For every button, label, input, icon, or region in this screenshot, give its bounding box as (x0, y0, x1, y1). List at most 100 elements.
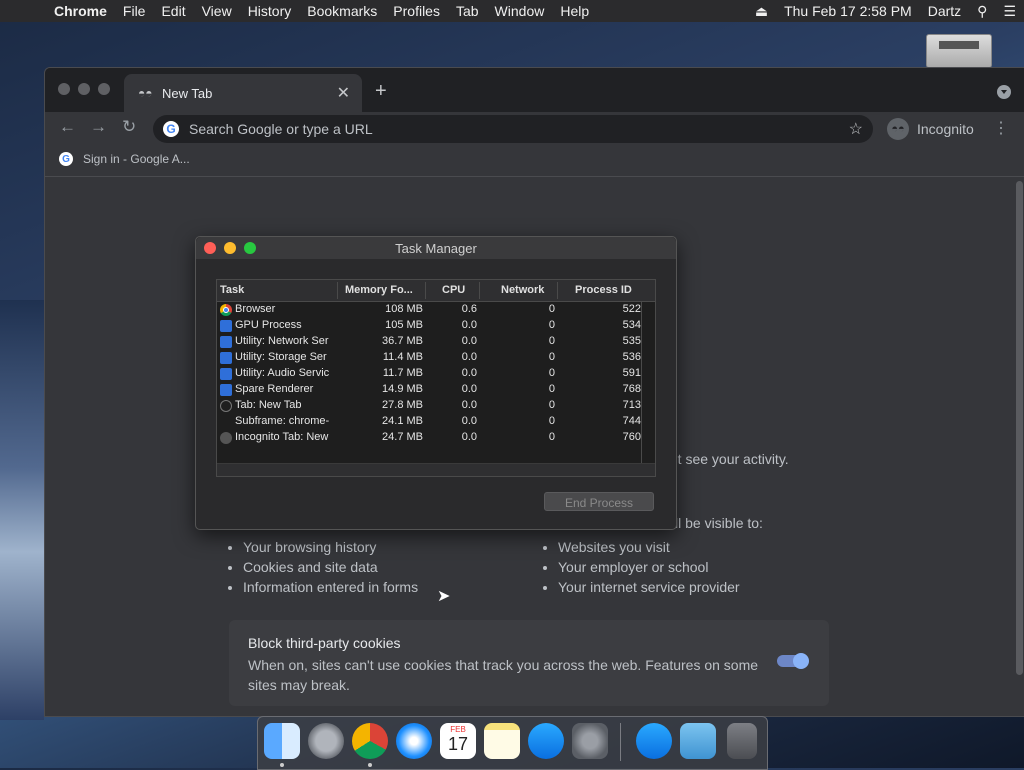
tab-close-icon[interactable]: ✕ (337, 83, 350, 103)
bookmarks-bar: G Sign in - Google A... (45, 146, 1024, 177)
not-saved-list: Your browsing history Cookies and site d… (227, 537, 418, 597)
incognito-icon: ◓◓ (138, 86, 153, 100)
window-zoom-button[interactable] (98, 83, 110, 95)
forward-arrow-icon[interactable]: → (90, 117, 107, 137)
end-process-button[interactable]: End Process (544, 492, 654, 511)
reload-icon[interactable]: ↻ (122, 117, 136, 137)
cell-cpu: 0.0 (461, 367, 477, 379)
list-item: Your internet service provider (558, 577, 740, 597)
table-row[interactable]: Subframe: chrome- 24.1 MB 0.0 0 744 (217, 414, 655, 430)
cell-network: 0 (548, 335, 555, 347)
bookmark-star-icon[interactable]: ☆ (849, 119, 863, 139)
table-row[interactable]: Incognito Tab: New 24.7 MB 0.0 0 760 (217, 430, 655, 446)
notification-center-icon[interactable]: ☰ (1003, 3, 1016, 20)
list-item: Information entered in forms (243, 577, 418, 597)
page-scrollbar[interactable] (1016, 181, 1023, 675)
omnibox[interactable]: G ☆ (153, 115, 873, 143)
launchpad-icon[interactable] (308, 723, 344, 759)
block-cookies-toggle[interactable] (777, 653, 809, 669)
menu-file[interactable]: File (123, 3, 146, 19)
process-puzzle-icon (220, 368, 232, 380)
new-tab-plus-icon[interactable]: + (375, 80, 387, 103)
third-party-cookies-card: Block third-party cookies When on, sites… (229, 620, 829, 706)
menu-view[interactable]: View (202, 3, 232, 19)
finder-icon[interactable] (264, 723, 300, 759)
column-process-id[interactable]: Process ID (575, 284, 632, 296)
list-item: Websites you visit (558, 537, 740, 557)
downloads-folder-icon[interactable] (680, 723, 716, 759)
spotlight-search-icon[interactable]: ⚲ (977, 3, 987, 20)
table-row[interactable]: Spare Renderer 14.9 MB 0.0 0 768 (217, 382, 655, 398)
column-divider[interactable] (425, 282, 426, 299)
cell-pid: 534 (622, 319, 641, 331)
cell-network: 0 (548, 415, 555, 427)
more-menu-icon[interactable]: ⋮ (993, 118, 1009, 138)
cell-pid: 591 (622, 367, 641, 379)
cell-task: Subframe: chrome- (235, 415, 330, 427)
cell-memory: 24.7 MB (382, 431, 423, 443)
cell-pid: 768 (622, 383, 641, 395)
trash-icon[interactable] (727, 723, 757, 759)
column-divider[interactable] (557, 282, 558, 299)
app-store-installer-icon[interactable] (636, 723, 672, 759)
column-divider[interactable] (337, 282, 338, 299)
column-task[interactable]: Task (220, 284, 244, 296)
cell-pid: 522 (622, 303, 641, 315)
menu-profiles[interactable]: Profiles (393, 3, 440, 19)
window-minimize-button[interactable] (78, 83, 90, 95)
cell-pid: 744 (622, 415, 641, 427)
menu-clock[interactable]: Thu Feb 17 2:58 PM (784, 3, 912, 19)
drive-icon[interactable] (926, 34, 992, 68)
app-store-icon[interactable] (528, 723, 564, 759)
cell-cpu: 0.0 (461, 431, 477, 443)
tab-new-tab[interactable]: ◓◓ New Tab ✕ (124, 74, 362, 112)
table-row[interactable]: Tab: New Tab 27.8 MB 0.0 0 713 (217, 398, 655, 414)
task-manager-title: Task Manager (395, 241, 477, 256)
table-row[interactable]: Utility: Audio Servic 11.7 MB 0.0 0 591 (217, 366, 655, 382)
table-row[interactable]: Browser 108 MB 0.6 0 522 (217, 302, 655, 318)
incognito-avatar-icon: ◓◓ (887, 118, 909, 140)
chrome-icon[interactable] (352, 723, 388, 759)
menu-tab[interactable]: Tab (456, 3, 479, 19)
cell-cpu: 0.0 (461, 319, 477, 331)
table-row[interactable]: Utility: Network Ser 36.7 MB 0.0 0 535 (217, 334, 655, 350)
table-row[interactable]: Utility: Storage Ser 11.4 MB 0.0 0 536 (217, 350, 655, 366)
cell-pid: 713 (622, 399, 641, 411)
toolbar: ← → ↻ G ☆ ◓◓ Incognito ⋮ (45, 112, 1024, 146)
notes-icon[interactable] (484, 723, 520, 759)
column-memory[interactable]: Memory Fo... (345, 284, 413, 296)
cell-network: 0 (548, 383, 555, 395)
menu-history[interactable]: History (248, 3, 292, 19)
eject-icon[interactable]: ⏏ (755, 3, 768, 20)
menu-help[interactable]: Help (560, 3, 589, 19)
menu-edit[interactable]: Edit (161, 3, 185, 19)
menu-app-name[interactable]: Chrome (54, 3, 107, 19)
column-network[interactable]: Network (501, 284, 544, 296)
process-table: Task Memory Fo... CPU Network Process ID… (216, 279, 656, 477)
process-puzzle-icon (220, 384, 232, 396)
menu-user[interactable]: Dartz (928, 3, 961, 19)
menu-bookmarks[interactable]: Bookmarks (307, 3, 377, 19)
task-manager-titlebar[interactable]: Task Manager (196, 237, 676, 259)
running-indicator (280, 763, 284, 767)
safari-icon[interactable] (396, 723, 432, 759)
running-indicator (368, 763, 372, 767)
cell-task: Incognito Tab: New (235, 431, 329, 443)
cell-cpu: 0.0 (461, 415, 477, 427)
system-preferences-icon[interactable] (572, 723, 608, 759)
calendar-icon[interactable]: FEB 17 (440, 723, 476, 759)
bookmark-sign-in-google[interactable]: G Sign in - Google A... (59, 152, 190, 166)
omnibox-input[interactable] (187, 120, 831, 138)
back-arrow-icon[interactable]: ← (59, 117, 76, 137)
window-close-button[interactable] (58, 83, 70, 95)
cell-cpu: 0.0 (461, 335, 477, 347)
table-row[interactable]: GPU Process 105 MB 0.0 0 534 (217, 318, 655, 334)
cell-network: 0 (548, 399, 555, 411)
cell-network: 0 (548, 303, 555, 315)
column-divider[interactable] (479, 282, 480, 299)
column-cpu[interactable]: CPU (442, 284, 465, 296)
menu-window[interactable]: Window (495, 3, 545, 19)
horizontal-scrollbar[interactable] (217, 463, 655, 476)
tab-search-icon[interactable] (997, 85, 1011, 99)
incognito-profile-button[interactable]: ◓◓ Incognito (887, 115, 974, 143)
